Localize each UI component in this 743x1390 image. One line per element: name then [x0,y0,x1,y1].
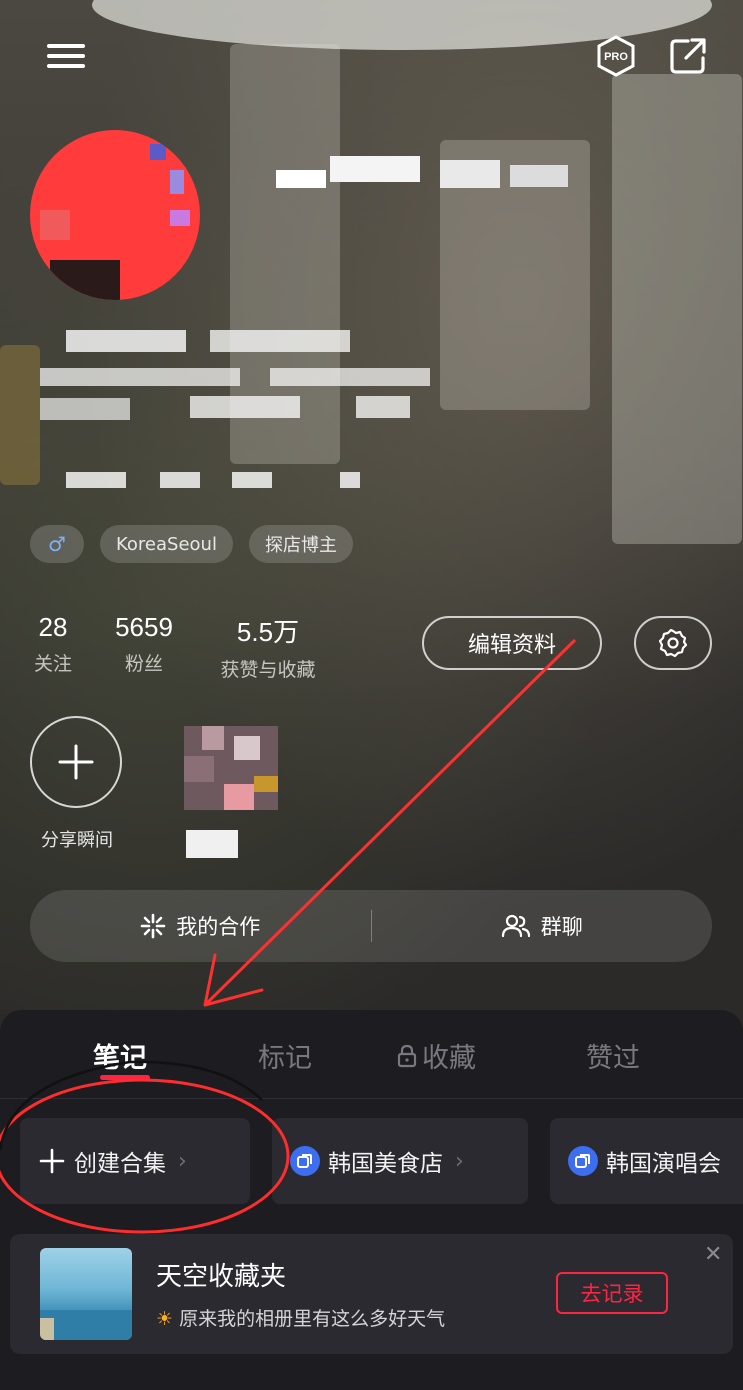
moment-caption-mosaic [186,830,238,858]
likes-stat[interactable]: 5.5万 获赞与收藏 [210,612,326,682]
pro-button[interactable]: PRO [588,28,644,84]
following-label: 关注 [33,653,72,675]
identity-tag[interactable]: 探店博主 [248,525,353,563]
gear-icon [658,628,688,658]
collection-icon [568,1146,598,1176]
collection-label: 韩国美食店 [328,1151,443,1177]
my-collab-label: 我的合作 [176,915,261,939]
plus-icon [58,744,94,780]
likes-label: 获赞与收藏 [220,659,316,681]
tabs-divider [0,1098,743,1099]
location-tag[interactable]: KoreaSeoul [100,525,233,563]
following-stat[interactable]: 28 关注 [28,612,78,676]
banner-thumbnail [40,1248,132,1340]
record-button[interactable]: 去记录 [556,1272,668,1314]
share-moment-label: 分享瞬间 [41,830,113,851]
group-icon [501,914,530,938]
followers-stat[interactable]: 5659 粉丝 [106,612,182,676]
group-chat-label: 群聊 [540,915,583,939]
sky-collection-banner[interactable]: 天空收藏夹 ☀ 原来我的相册里有这么多好天气 去记录 ✕ [10,1234,733,1354]
banner-subtitle: ☀ 原来我的相册里有这么多好天气 [156,1304,445,1331]
avatar[interactable] [30,130,200,300]
plus-icon [39,1148,65,1174]
banner-title: 天空收藏夹 [156,1262,287,1292]
collection-icon [290,1146,320,1176]
collab-bar: 我的合作 群聊 [30,890,712,962]
lock-icon [397,1044,417,1067]
active-tab-indicator [100,1075,150,1080]
my-collab-button[interactable]: 我的合作 [30,911,371,941]
share-icon [670,38,706,74]
close-icon[interactable]: ✕ [704,1242,722,1267]
tab-notes[interactable]: 笔记 [93,1036,147,1075]
profile-tags: ♂ KoreaSeoul 探店博主 [30,525,353,563]
menu-button[interactable] [38,28,94,84]
background-card [0,345,40,485]
tab-collections[interactable]: 收藏 [396,1036,476,1075]
settings-button[interactable] [634,616,712,670]
followers-label: 粉丝 [124,653,163,675]
chevron-right-icon: › [455,1148,464,1174]
menu-icon [47,38,85,74]
likes-count: 5.5万 [236,617,300,647]
pro-icon: PRO [597,35,635,77]
tab-marks[interactable]: 标记 [258,1036,312,1075]
group-chat-button[interactable]: 群聊 [372,911,713,941]
background-card [612,74,742,544]
create-collection-button[interactable]: 创建合集 › [20,1118,250,1204]
collection-label: 韩国演唱会 [606,1151,721,1177]
chevron-right-icon: › [178,1148,187,1174]
share-button[interactable] [660,28,716,84]
create-collection-label: 创建合集 [74,1151,166,1177]
banner-subtitle-text: 原来我的相册里有这么多好天气 [179,1308,446,1330]
collection-item[interactable]: 韩国美食店 › [272,1118,528,1204]
share-moment-button[interactable] [30,716,122,808]
gender-tag: ♂ [30,525,84,563]
following-count: 28 [38,612,68,642]
collection-item[interactable]: 韩国演唱会 [550,1118,743,1204]
moment-thumbnail[interactable] [184,726,278,810]
tab-collections-label: 收藏 [422,1043,476,1074]
male-icon: ♂ [48,532,66,556]
tab-liked[interactable]: 赞过 [586,1036,640,1075]
content-tabs: 笔记 标记 收藏 赞过 [0,1030,743,1090]
sparkle-icon [140,913,166,939]
edit-profile-button[interactable]: 编辑资料 [422,616,602,670]
pro-label: PRO [604,51,628,63]
followers-count: 5659 [115,612,173,642]
sun-icon: ☀ [156,1308,174,1330]
